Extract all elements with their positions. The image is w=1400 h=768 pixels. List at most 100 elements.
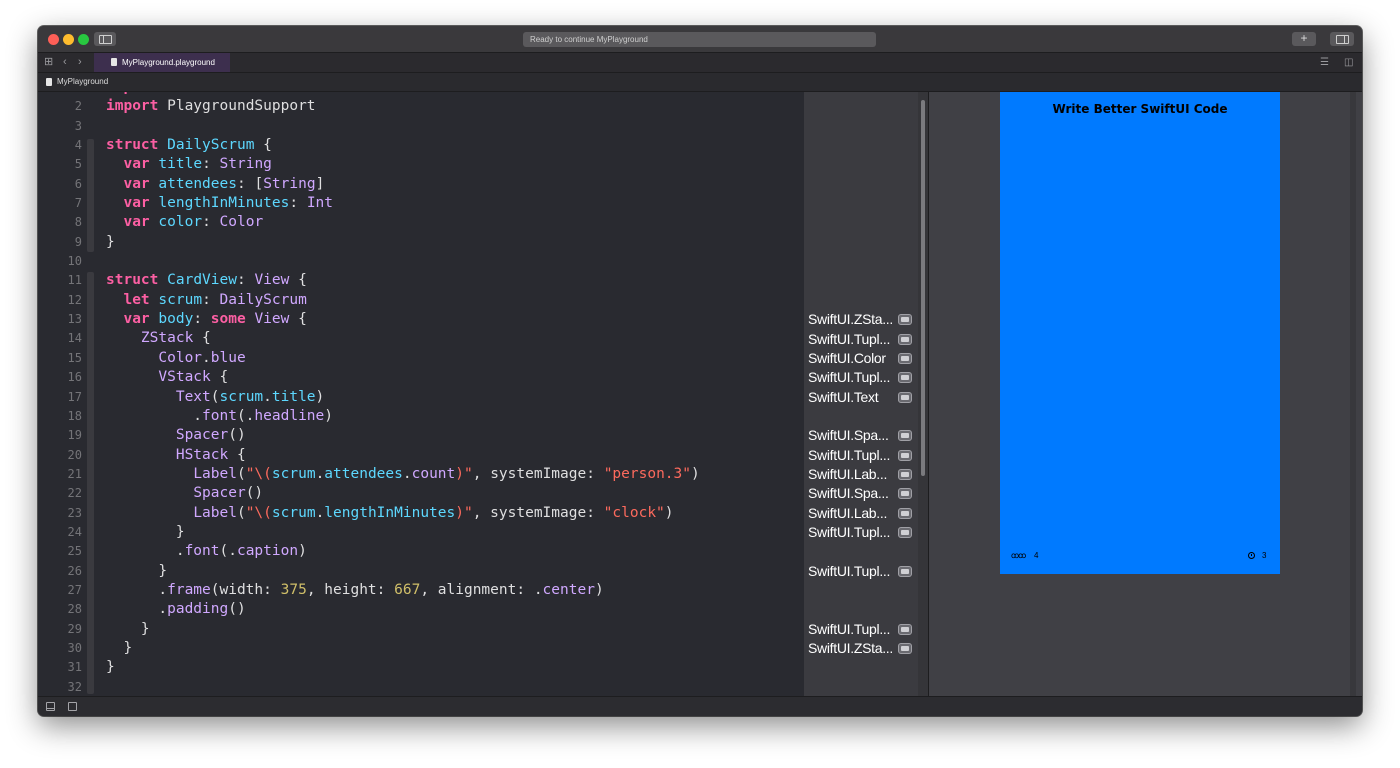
run-playground-icon[interactable] <box>68 702 77 711</box>
result-item[interactable]: SwiftUI.ZSta... <box>808 310 914 329</box>
code-line[interactable]: 3 <box>38 117 804 136</box>
tab-myplayground[interactable]: MyPlayground.playground <box>94 53 230 72</box>
code-line[interactable]: 6 var attendees: [String] <box>38 175 804 194</box>
live-view: Write Better SwiftUI Code ꝏꝏ 4 3 <box>929 92 1362 696</box>
code-line[interactable]: 8 var color: Color <box>38 213 804 232</box>
result-text: SwiftUI.Tupl... <box>808 524 891 541</box>
editor-scrollbar[interactable] <box>918 92 928 696</box>
show-result-icon[interactable] <box>898 643 912 655</box>
editor-scroll-thumb[interactable] <box>921 100 925 476</box>
code-line[interactable]: 14 ZStack { <box>38 329 804 348</box>
show-result-icon[interactable] <box>898 314 912 326</box>
code-line[interactable]: 19 Spacer() <box>38 426 804 445</box>
line-number: 21 <box>67 466 82 481</box>
code-line[interactable]: 29 } <box>38 620 804 639</box>
add-button[interactable]: + <box>1292 32 1316 46</box>
navigator-toggle-button[interactable] <box>94 32 116 46</box>
code-line[interactable]: 15 Color.blue <box>38 349 804 368</box>
inspector-toggle-button[interactable] <box>1330 32 1354 46</box>
code-line[interactable]: 2 import PlaygroundSupport <box>38 97 804 116</box>
minimize-window-button[interactable] <box>63 34 74 45</box>
show-result-icon[interactable] <box>898 372 912 384</box>
hide-debug-area-icon[interactable] <box>46 702 55 711</box>
result-item[interactable]: SwiftUI.Color <box>808 349 914 368</box>
tab-bar: ⊞ ‹ › MyPlayground.playground ☰ ◫ <box>38 53 1362 73</box>
code-line[interactable]: 13 var body: some View { <box>38 310 804 329</box>
result-item[interactable]: SwiftUI.Spa... <box>808 484 914 503</box>
code-line[interactable]: 9} <box>38 233 804 252</box>
code-line[interactable]: 22 Spacer() <box>38 484 804 503</box>
code-line[interactable]: 24 } <box>38 523 804 542</box>
code-text: Label("\(scrum.lengthInMinutes)", system… <box>193 504 674 521</box>
show-result-icon[interactable] <box>898 391 912 403</box>
code-line[interactable]: 32 <box>38 678 804 696</box>
show-result-icon[interactable] <box>898 469 912 480</box>
show-result-icon[interactable] <box>898 352 912 364</box>
code-line[interactable]: 30 } <box>38 639 804 658</box>
code-line[interactable]: 4 struct DailyScrum { <box>38 136 804 155</box>
code-line[interactable]: 16 VStack { <box>38 368 804 387</box>
result-item[interactable]: SwiftUI.Tupl... <box>808 446 914 465</box>
code-line[interactable]: 26 } <box>38 562 804 581</box>
line-number: 30 <box>67 640 82 655</box>
zoom-window-button[interactable] <box>78 34 89 45</box>
show-result-icon[interactable] <box>898 527 912 539</box>
show-result-icon[interactable] <box>898 507 912 519</box>
result-item[interactable]: SwiftUI.Tupl... <box>808 368 914 387</box>
code-line[interactable]: 28 .padding() <box>38 600 804 619</box>
close-window-button[interactable] <box>48 34 59 45</box>
back-icon[interactable]: ‹ <box>63 56 67 69</box>
code-line[interactable]: 18 .font(.headline) <box>38 407 804 426</box>
result-text: SwiftUI.Lab... <box>808 466 888 482</box>
code-line[interactable]: 31} <box>38 658 804 677</box>
title-bar: Ready to continue MyPlayground + <box>38 26 1362 53</box>
code-line[interactable]: 5 var title: String <box>38 155 804 174</box>
result-item[interactable]: SwiftUI.Tupl... <box>808 620 914 639</box>
result-item[interactable]: SwiftUI.Tupl... <box>808 562 914 581</box>
related-items-icon[interactable]: ⊞ <box>44 56 53 69</box>
line-number: 14 <box>67 331 82 346</box>
show-result-icon[interactable] <box>898 623 912 635</box>
code-text: .font(.headline) <box>106 407 333 424</box>
line-number: 25 <box>67 544 82 559</box>
result-item[interactable]: SwiftUI.Spa... <box>808 426 914 445</box>
code-text: } <box>106 620 150 637</box>
code-line[interactable]: 27 .frame(width: 375, height: 667, align… <box>38 581 804 600</box>
breadcrumb[interactable]: MyPlayground <box>57 73 108 91</box>
show-result-icon[interactable] <box>898 430 912 442</box>
show-result-icon[interactable] <box>898 449 912 461</box>
result-item[interactable]: SwiftUI.Lab... <box>808 504 914 523</box>
live-view-scrollbar[interactable] <box>1350 92 1356 696</box>
code-line[interactable]: 20 HStack { <box>38 446 804 465</box>
code-text: } <box>106 233 115 250</box>
split-editor-icon[interactable]: ◫ <box>1344 57 1353 68</box>
adjust-editor-options-icon[interactable]: ☰ <box>1320 57 1329 68</box>
forward-icon[interactable]: › <box>78 56 82 69</box>
code-line[interactable]: 10 <box>38 252 804 271</box>
show-result-icon[interactable] <box>898 333 912 345</box>
code-line[interactable]: 23 Label("\(scrum.lengthInMinutes)", sys… <box>38 504 804 523</box>
line-number: 28 <box>67 602 82 617</box>
code-line[interactable]: 12 let scrum: DailyScrum <box>38 291 804 310</box>
source-editor[interactable]: 1import SwiftUI2import PlaygroundSupport… <box>38 92 804 696</box>
result-item[interactable]: SwiftUI.Text <box>808 388 914 407</box>
show-result-icon[interactable] <box>898 565 912 577</box>
result-text: SwiftUI.Text <box>808 388 879 405</box>
result-item[interactable]: SwiftUI.ZSta... <box>808 639 914 658</box>
result-item[interactable]: SwiftUI.Lab... <box>808 465 914 484</box>
code-text: Label("\(scrum.attendees.count)", system… <box>193 465 700 482</box>
clock-icon <box>1248 552 1255 559</box>
line-number: 24 <box>67 524 82 539</box>
code-line[interactable]: 25 .font(.caption) <box>38 542 804 561</box>
result-item[interactable]: SwiftUI.Tupl... <box>808 330 914 349</box>
line-number: 32 <box>67 679 82 694</box>
code-line[interactable]: 11 struct CardView: View { <box>38 271 804 290</box>
line-number: 31 <box>67 660 82 675</box>
code-line[interactable]: 17 Text(scrum.title) <box>38 388 804 407</box>
code-line[interactable]: 7 var lengthInMinutes: Int <box>38 194 804 213</box>
code-line[interactable]: 21 Label("\(scrum.attendees.count)", sys… <box>38 465 804 484</box>
show-result-icon[interactable] <box>898 488 912 500</box>
line-number: 12 <box>67 292 82 307</box>
result-text: SwiftUI.ZSta... <box>808 311 893 328</box>
result-item[interactable]: SwiftUI.Tupl... <box>808 523 914 542</box>
